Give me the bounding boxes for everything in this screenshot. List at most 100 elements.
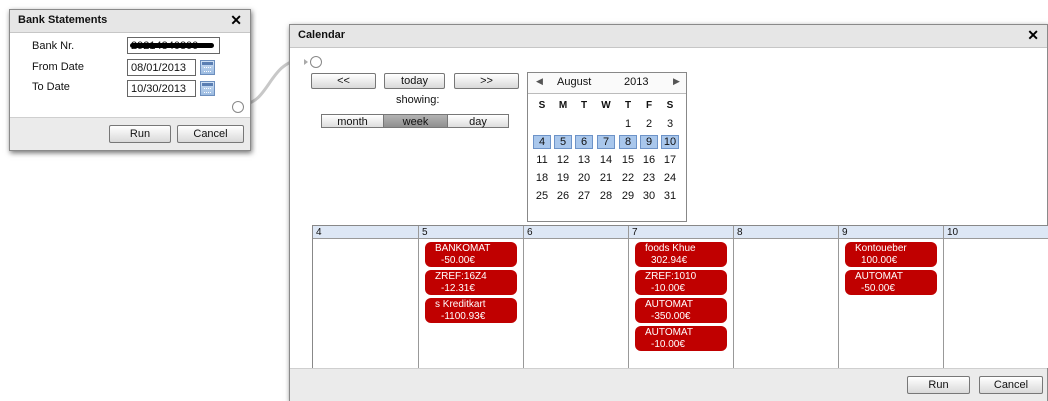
day-column[interactable]: 10 [943,226,1048,368]
calendar-dialog: Calendar ✕ << today >> showing: month we… [289,24,1048,401]
input-port-icon[interactable] [310,56,322,68]
mini-day[interactable]: 29 [620,189,636,203]
event-title: AUTOMAT [645,299,693,310]
mini-dow: T [580,100,588,111]
event-amount: 100.00€ [861,255,898,266]
bank-nr-field[interactable]: 29214340800 [127,37,220,54]
mini-day[interactable]: 31 [662,189,678,203]
mini-day[interactable]: 5 [554,135,572,149]
next-month-icon[interactable]: ▶ [673,76,680,87]
calendar-event[interactable]: AUTOMAT -350.00€ [635,298,727,323]
mini-dow: T [624,100,632,111]
output-port-icon[interactable] [232,101,244,113]
calendar-icon[interactable] [200,81,215,96]
mini-day[interactable]: 16 [641,153,657,167]
mini-day[interactable]: 11 [534,153,550,167]
mini-day[interactable]: 19 [555,171,571,185]
mini-day[interactable]: 27 [576,189,592,203]
calendar-header: Calendar ✕ [290,25,1047,48]
from-date-label: From Date [32,61,84,73]
calendar-event[interactable]: foods Khue 302.94€ [635,242,727,267]
mini-day[interactable]: 30 [641,189,657,203]
mini-day[interactable]: 18 [534,171,550,185]
cancel-button[interactable]: Cancel [177,125,244,143]
event-amount: -350.00€ [651,311,691,322]
event-title: BANKOMAT [435,243,491,254]
view-month-button[interactable]: month [321,114,384,128]
week-grid: 4 5 6 7 8 9 10 BANKOMAT -50.00€ ZREF:16Z4 -12.31€ s… [312,225,1048,369]
from-date-field[interactable]: 08/01/2013 [127,59,196,76]
cancel-button[interactable]: Cancel [979,376,1043,394]
prev-button[interactable]: << [311,73,376,89]
event-amount: -10.00€ [651,283,685,294]
mini-day[interactable]: 4 [533,135,551,149]
mini-day[interactable]: 20 [576,171,592,185]
showing-label: showing: [396,94,440,106]
event-amount: -12.31€ [441,283,475,294]
day-column-header: 10 [944,226,1048,239]
view-week-button[interactable]: week [383,114,448,128]
mini-day[interactable]: 1 [620,117,636,131]
day-column[interactable]: 4 [313,226,418,368]
calendar-event[interactable]: AUTOMAT -10.00€ [635,326,727,351]
event-title: s Kreditkart [435,299,486,310]
mini-day[interactable]: 21 [598,171,614,185]
mini-day[interactable]: 8 [619,135,637,149]
next-button[interactable]: >> [454,73,519,89]
today-button[interactable]: today [384,73,445,89]
mini-day[interactable]: 12 [555,153,571,167]
calendar-footer: Run Cancel [290,368,1047,401]
mini-day[interactable]: 15 [620,153,636,167]
mini-day[interactable]: 9 [640,135,658,149]
mini-dow: W [601,100,611,111]
prev-month-icon[interactable]: ◀ [536,76,543,87]
close-icon[interactable]: ✕ [230,12,242,29]
mini-day[interactable]: 24 [662,171,678,185]
view-day-button[interactable]: day [447,114,509,128]
mini-day[interactable]: 10 [661,135,679,149]
event-title: AUTOMAT [645,327,693,338]
mini-dow: S [538,100,546,111]
event-amount: -50.00€ [441,255,475,266]
mini-day[interactable]: 13 [576,153,592,167]
calendar-event[interactable]: BANKOMAT -50.00€ [425,242,517,267]
mini-day[interactable]: 26 [555,189,571,203]
calendar-title: Calendar [298,29,346,41]
calendar-icon[interactable] [200,60,215,75]
day-column-header: 5 [419,226,523,239]
to-date-value: 10/30/2013 [131,83,187,95]
mini-day[interactable]: 7 [597,135,615,149]
to-date-field[interactable]: 10/30/2013 [127,80,196,97]
run-button[interactable]: Run [109,125,171,143]
run-button[interactable]: Run [907,376,970,394]
mini-day[interactable]: 25 [534,189,550,203]
event-title: AUTOMAT [855,271,903,282]
close-icon[interactable]: ✕ [1027,27,1039,44]
mini-day[interactable]: 3 [662,117,678,131]
mini-day[interactable]: 6 [575,135,593,149]
calendar-event[interactable]: Kontoueber 100.00€ [845,242,937,267]
day-column-header: 7 [629,226,733,239]
mini-calendar: ◀ August 2013 ▶ S M T W T F S 1 2 3 4 5 6 7 8 9 10 11 12 13… [527,72,687,222]
mini-day[interactable]: 28 [598,189,614,203]
mini-day[interactable]: 22 [620,171,636,185]
mini-day[interactable]: 23 [641,171,657,185]
event-title: ZREF:16Z4 [435,271,487,282]
mini-dow: S [666,100,674,111]
mini-day[interactable]: 17 [662,153,678,167]
mini-day[interactable]: 14 [598,153,614,167]
calendar-event[interactable]: s Kreditkart -1100.93€ [425,298,517,323]
event-title: Kontoueber [855,243,907,254]
day-column[interactable]: 8 [733,226,838,368]
day-column-header: 6 [524,226,628,239]
calendar-event[interactable]: AUTOMAT -50.00€ [845,270,937,295]
day-column[interactable]: 6 [523,226,628,368]
event-amount: -1100.93€ [441,311,486,322]
event-title: foods Khue [645,243,696,254]
day-column-header: 4 [313,226,418,239]
mini-day[interactable]: 2 [641,117,657,131]
event-amount: 302.94€ [651,255,688,266]
from-date-value: 08/01/2013 [131,62,187,74]
calendar-event[interactable]: ZREF:16Z4 -12.31€ [425,270,517,295]
calendar-event[interactable]: ZREF:1010 -10.00€ [635,270,727,295]
